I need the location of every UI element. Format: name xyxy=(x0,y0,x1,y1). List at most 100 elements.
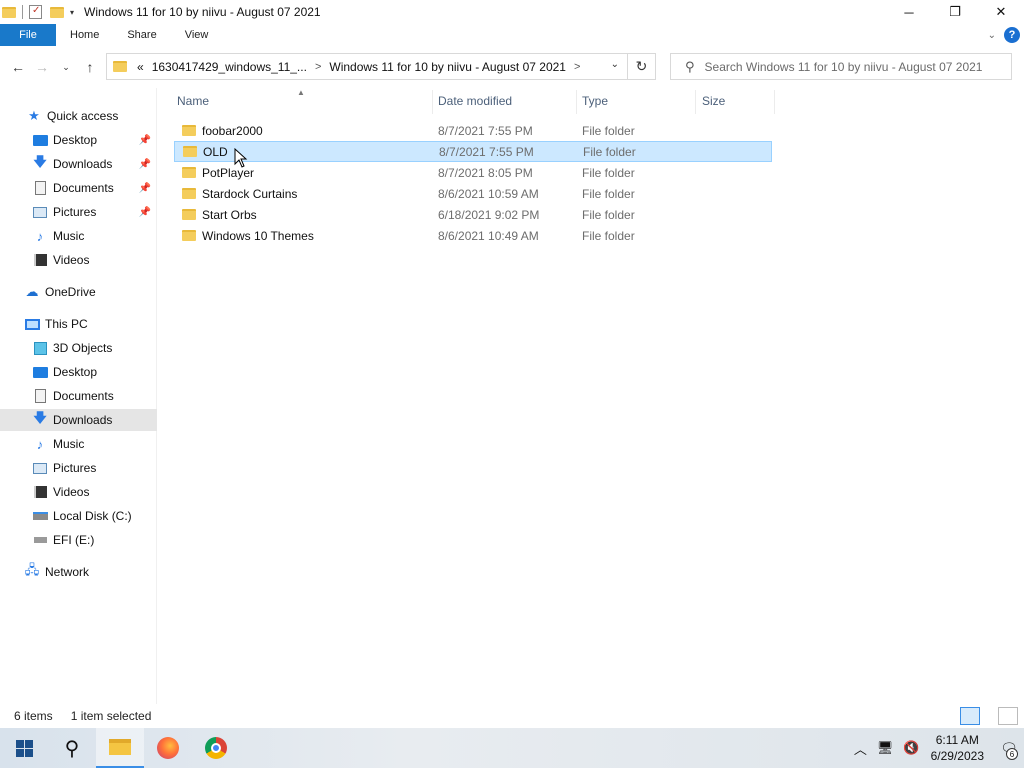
sidebar-item-label: Pictures xyxy=(53,461,97,475)
table-row[interactable]: Start Orbs 6/18/2021 9:02 PM File folder xyxy=(174,204,772,225)
taskbar-chrome[interactable] xyxy=(192,728,240,768)
sidebar-item-pictures-pc[interactable]: Pictures xyxy=(0,457,157,479)
folder-icon xyxy=(2,6,16,18)
file-type: File folder xyxy=(582,228,635,243)
clock-date: 6/29/2023 xyxy=(930,749,984,763)
notifications-button[interactable]: 🗨 6 xyxy=(994,728,1024,768)
column-divider[interactable] xyxy=(695,90,696,114)
breadcrumb-overflow[interactable]: « xyxy=(137,60,144,74)
file-date: 8/6/2021 10:59 AM xyxy=(438,186,539,201)
address-bar[interactable]: « 1630417429_windows_11_... > Windows 11… xyxy=(106,53,656,80)
taskbar-search-button[interactable]: ⚲ xyxy=(48,728,96,768)
breadcrumb-parent[interactable]: 1630417429_windows_11_... xyxy=(152,60,307,74)
table-row[interactable]: Stardock Curtains 8/6/2021 10:59 AM File… xyxy=(174,183,772,204)
sidebar-item-videos-pc[interactable]: Videos xyxy=(0,481,157,503)
details-view-button[interactable] xyxy=(960,707,980,725)
tab-share[interactable]: Share xyxy=(113,24,170,46)
sidebar-item-desktop[interactable]: Desktop 📌 xyxy=(0,129,157,151)
file-type: File folder xyxy=(582,186,635,201)
search-box[interactable]: ⚲ Search Windows 11 for 10 by niivu - Au… xyxy=(670,53,1012,80)
column-divider[interactable] xyxy=(576,90,577,114)
forward-arrow-icon[interactable]: → xyxy=(30,59,54,75)
breadcrumb-separator-icon[interactable]: > xyxy=(574,61,580,73)
star-icon: ★ xyxy=(28,108,40,123)
start-button[interactable] xyxy=(0,728,48,768)
clock[interactable]: 6:11 AM 6/29/2023 xyxy=(931,732,984,764)
sidebar-item-documents[interactable]: Documents 📌 xyxy=(0,177,157,199)
pin-icon[interactable]: 📌 xyxy=(139,159,151,170)
customize-toolbar-chevron-down-icon[interactable]: ▾ xyxy=(70,8,74,17)
sidebar-item-label: 3D Objects xyxy=(53,341,113,355)
sidebar-item-documents-pc[interactable]: Documents xyxy=(0,385,157,407)
table-row[interactable]: Windows 10 Themes 8/6/2021 10:49 AM File… xyxy=(174,225,772,246)
sidebar-item-label: Downloads xyxy=(53,157,113,171)
properties-icon[interactable] xyxy=(29,5,42,19)
breadcrumb-separator-icon[interactable]: > xyxy=(315,61,321,73)
sidebar-item-network[interactable]: 🖧 Network xyxy=(0,561,157,583)
back-arrow-icon[interactable]: ← xyxy=(6,59,30,75)
column-divider[interactable] xyxy=(774,90,775,114)
volume-muted-icon[interactable]: 🔇 xyxy=(903,740,919,756)
pin-icon[interactable]: 📌 xyxy=(139,207,151,218)
sidebar-item-3d-objects[interactable]: 3D Objects xyxy=(0,337,157,359)
navigation-bar: ← → ⌄ ↑ « 1630417429_windows_11_... > Wi… xyxy=(0,46,1024,88)
file-explorer-icon xyxy=(109,739,131,755)
pictures-icon xyxy=(33,206,47,218)
sidebar-item-pictures[interactable]: Pictures 📌 xyxy=(0,201,157,223)
taskbar-file-explorer[interactable] xyxy=(96,728,144,768)
system-tray: ︿ 🖥 🔇 6:11 AM 6/29/2023 🗨 6 xyxy=(849,728,1024,768)
pin-icon[interactable]: 📌 xyxy=(139,135,151,146)
sidebar-item-label: Local Disk (C:) xyxy=(53,509,132,523)
recent-locations-chevron-icon[interactable]: ⌄ xyxy=(54,62,78,73)
documents-icon xyxy=(34,389,46,403)
column-header-type[interactable]: Type xyxy=(582,88,608,114)
sidebar-item-local-disk[interactable]: Local Disk (C:) xyxy=(0,505,157,527)
network-icon[interactable]: 🖥 xyxy=(877,740,894,756)
taskbar-firefox[interactable] xyxy=(144,728,192,768)
download-icon: 🡇 xyxy=(33,410,47,425)
expand-ribbon-chevron-icon[interactable]: ⌄ xyxy=(988,30,996,41)
up-arrow-icon[interactable]: ↑ xyxy=(78,59,102,75)
tab-file[interactable]: File xyxy=(0,24,56,46)
breadcrumb-current[interactable]: Windows 11 for 10 by niivu - August 07 2… xyxy=(329,60,566,74)
folder-icon xyxy=(182,167,196,178)
tab-home[interactable]: Home xyxy=(56,24,113,46)
sidebar-item-label: Music xyxy=(53,437,85,451)
table-row-selected[interactable]: OLD 8/7/2021 7:55 PM File folder xyxy=(174,141,772,162)
minimize-button[interactable]: ─ xyxy=(886,0,932,24)
sidebar-item-downloads-pc[interactable]: 🡇 Downloads xyxy=(0,409,157,431)
close-button[interactable]: ✕ xyxy=(978,0,1024,24)
sidebar-item-quick-access[interactable]: ★ Quick access xyxy=(0,105,157,127)
column-header-size[interactable]: Size xyxy=(702,88,725,114)
table-row[interactable]: PotPlayer 8/7/2021 8:05 PM File folder xyxy=(174,162,772,183)
network-icon: 🖧 xyxy=(24,562,40,577)
pin-icon[interactable]: 📌 xyxy=(139,183,151,194)
sidebar-item-this-pc[interactable]: This PC xyxy=(0,313,157,335)
taskbar: ⚲ ︿ 🖥 🔇 6:11 AM 6/29/2023 🗨 6 xyxy=(0,728,1024,768)
tab-view[interactable]: View xyxy=(171,24,223,46)
large-icons-view-button[interactable] xyxy=(998,707,1018,725)
sidebar-item-label: Quick access xyxy=(47,109,119,123)
new-folder-icon[interactable] xyxy=(50,6,64,18)
column-header-name[interactable]: Name xyxy=(177,88,209,114)
help-icon[interactable]: ? xyxy=(1004,27,1020,43)
divider xyxy=(22,5,23,19)
address-history-chevron-down-icon[interactable]: ⌄ xyxy=(611,59,619,70)
show-hidden-icons-chevron-up-icon[interactable]: ︿ xyxy=(854,739,867,758)
refresh-icon[interactable]: ↻ xyxy=(627,54,655,79)
sidebar-item-music-pc[interactable]: ♪ Music xyxy=(0,433,157,455)
desktop-icon xyxy=(32,366,48,378)
sidebar-item-music[interactable]: ♪ Music xyxy=(0,225,157,247)
sidebar-item-desktop-pc[interactable]: Desktop xyxy=(0,361,157,383)
file-name: foobar2000 xyxy=(202,123,263,138)
sidebar-item-label: Desktop xyxy=(53,365,98,379)
sidebar-item-onedrive[interactable]: ☁ OneDrive xyxy=(0,281,157,303)
column-divider[interactable] xyxy=(432,90,433,114)
window-controls: ─ ❐ ✕ xyxy=(886,0,1024,24)
restore-button[interactable]: ❐ xyxy=(932,0,978,24)
sidebar-item-videos[interactable]: Videos xyxy=(0,249,157,271)
table-row[interactable]: foobar2000 8/7/2021 7:55 PM File folder xyxy=(174,120,772,141)
sidebar-item-downloads[interactable]: 🡇 Downloads 📌 xyxy=(0,153,157,175)
column-header-date-modified[interactable]: Date modified xyxy=(438,88,512,114)
sidebar-item-efi[interactable]: EFI (E:) xyxy=(0,529,157,551)
